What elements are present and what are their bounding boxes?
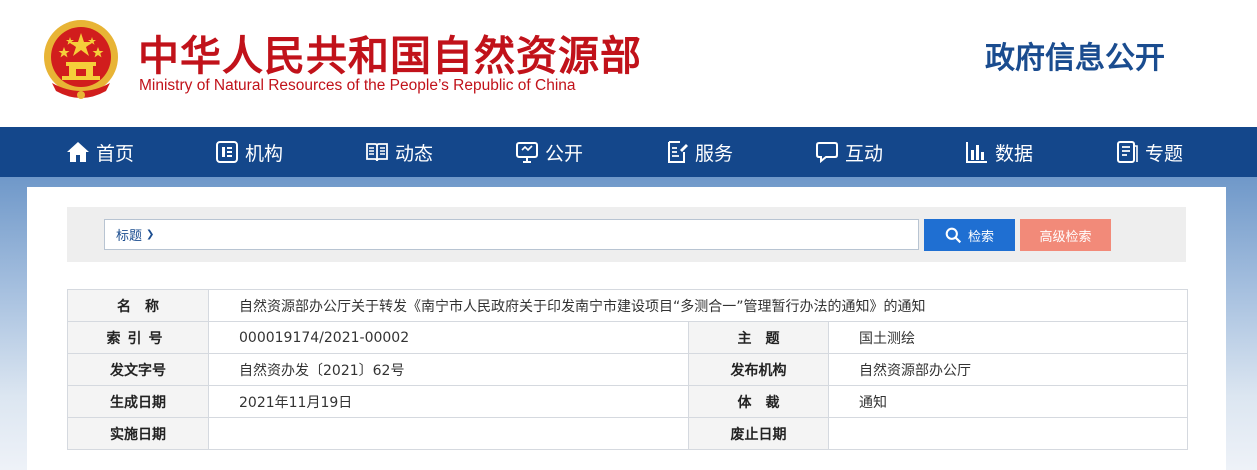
genre-label: 体 裁 [688, 385, 829, 418]
table-row: 实施日期 废止日期 [67, 417, 1188, 450]
name-value: 自然资源部办公厅关于转发《南宁市人民政府关于印发南宁市建设项目“多测合一”管理暂… [208, 289, 1188, 322]
main-nav: 首页 机构 动态 公开 服务 互动 数据 专题 [0, 127, 1257, 177]
genre-value: 通知 [828, 385, 1188, 418]
docno-value: 自然资办发〔2021〕62号 [208, 353, 689, 386]
book-icon [366, 143, 388, 162]
nav-item-label: 机构 [245, 142, 284, 165]
nav-item-public[interactable]: 公开 [515, 127, 583, 177]
site-title: 中华人民共和国自然资源部 [138, 32, 642, 80]
name-label: 名 称 [67, 289, 209, 322]
topic-icon [1117, 141, 1138, 163]
chevron-down-icon: ❯ [146, 229, 155, 240]
nav-item-interaction[interactable]: 互动 [815, 127, 883, 177]
national-emblem-icon[interactable] [40, 17, 122, 103]
effective-value [208, 417, 689, 450]
nav-item-label: 专题 [1145, 142, 1184, 165]
chat-icon [816, 142, 838, 164]
nav-item-label: 服务 [695, 142, 734, 165]
nav-item-organization[interactable]: 机构 [215, 127, 283, 177]
table-row: 发文字号 自然资办发〔2021〕62号 发布机构 自然资源部办公厅 [67, 353, 1188, 386]
table-row: 生成日期 2021年11月19日 体 裁 通知 [67, 385, 1188, 418]
expiry-value [828, 417, 1188, 450]
docno-label: 发文字号 [67, 353, 209, 386]
site-subtitle: Ministry of Natural Resources of the Peo… [139, 77, 576, 94]
document-info-table: 名 称 自然资源部办公厅关于转发《南宁市人民政府关于印发南宁市建设项目“多测合一… [67, 289, 1188, 450]
nav-item-data[interactable]: 数据 [965, 127, 1033, 177]
topic-label: 主 题 [688, 321, 829, 354]
search-input[interactable] [167, 222, 907, 247]
topic-value: 国土测绘 [828, 321, 1188, 354]
organization-icon [216, 141, 238, 163]
site-header: 中华人民共和国自然资源部 Ministry of Natural Resourc… [0, 0, 1257, 127]
nav-item-label: 数据 [995, 142, 1034, 165]
search-button[interactable]: 检索 [924, 219, 1015, 251]
created-value: 2021年11月19日 [208, 385, 689, 418]
nav-item-label: 首页 [96, 142, 135, 165]
nav-item-news[interactable]: 动态 [365, 127, 433, 177]
search-button-label: 检索 [967, 229, 994, 245]
nav-item-label: 公开 [545, 142, 584, 165]
advanced-search-label: 高级检索 [1039, 229, 1092, 245]
publisher-label: 发布机构 [688, 353, 829, 386]
search-field-select[interactable]: 标题 ❯ [116, 220, 154, 249]
index-value: 000019174/2021-00002 [208, 321, 689, 354]
effective-label: 实施日期 [67, 417, 209, 450]
search-box: 标题 ❯ [104, 219, 919, 250]
search-icon [945, 227, 962, 243]
nav-item-label: 互动 [845, 142, 884, 165]
search-field-label: 标题 [116, 229, 143, 244]
monitor-icon [516, 142, 538, 163]
nav-item-service[interactable]: 服务 [665, 127, 733, 177]
document-edit-icon [668, 141, 688, 163]
nav-item-topics[interactable]: 专题 [1115, 127, 1183, 177]
table-row: 名 称 自然资源部办公厅关于转发《南宁市人民政府关于印发南宁市建设项目“多测合一… [67, 289, 1188, 322]
expiry-label: 废止日期 [688, 417, 829, 450]
advanced-search-button[interactable]: 高级检索 [1020, 219, 1111, 251]
nav-item-label: 动态 [395, 142, 434, 165]
nav-item-home[interactable]: 首页 [66, 127, 134, 177]
created-label: 生成日期 [67, 385, 209, 418]
table-row: 索引号 000019174/2021-00002 主 题 国土测绘 [67, 321, 1188, 354]
bar-chart-icon [966, 142, 987, 163]
publisher-value: 自然资源部办公厅 [828, 353, 1188, 386]
index-label: 索引号 [67, 321, 209, 354]
section-title: 政府信息公开 [985, 41, 1165, 76]
home-icon [67, 142, 89, 162]
